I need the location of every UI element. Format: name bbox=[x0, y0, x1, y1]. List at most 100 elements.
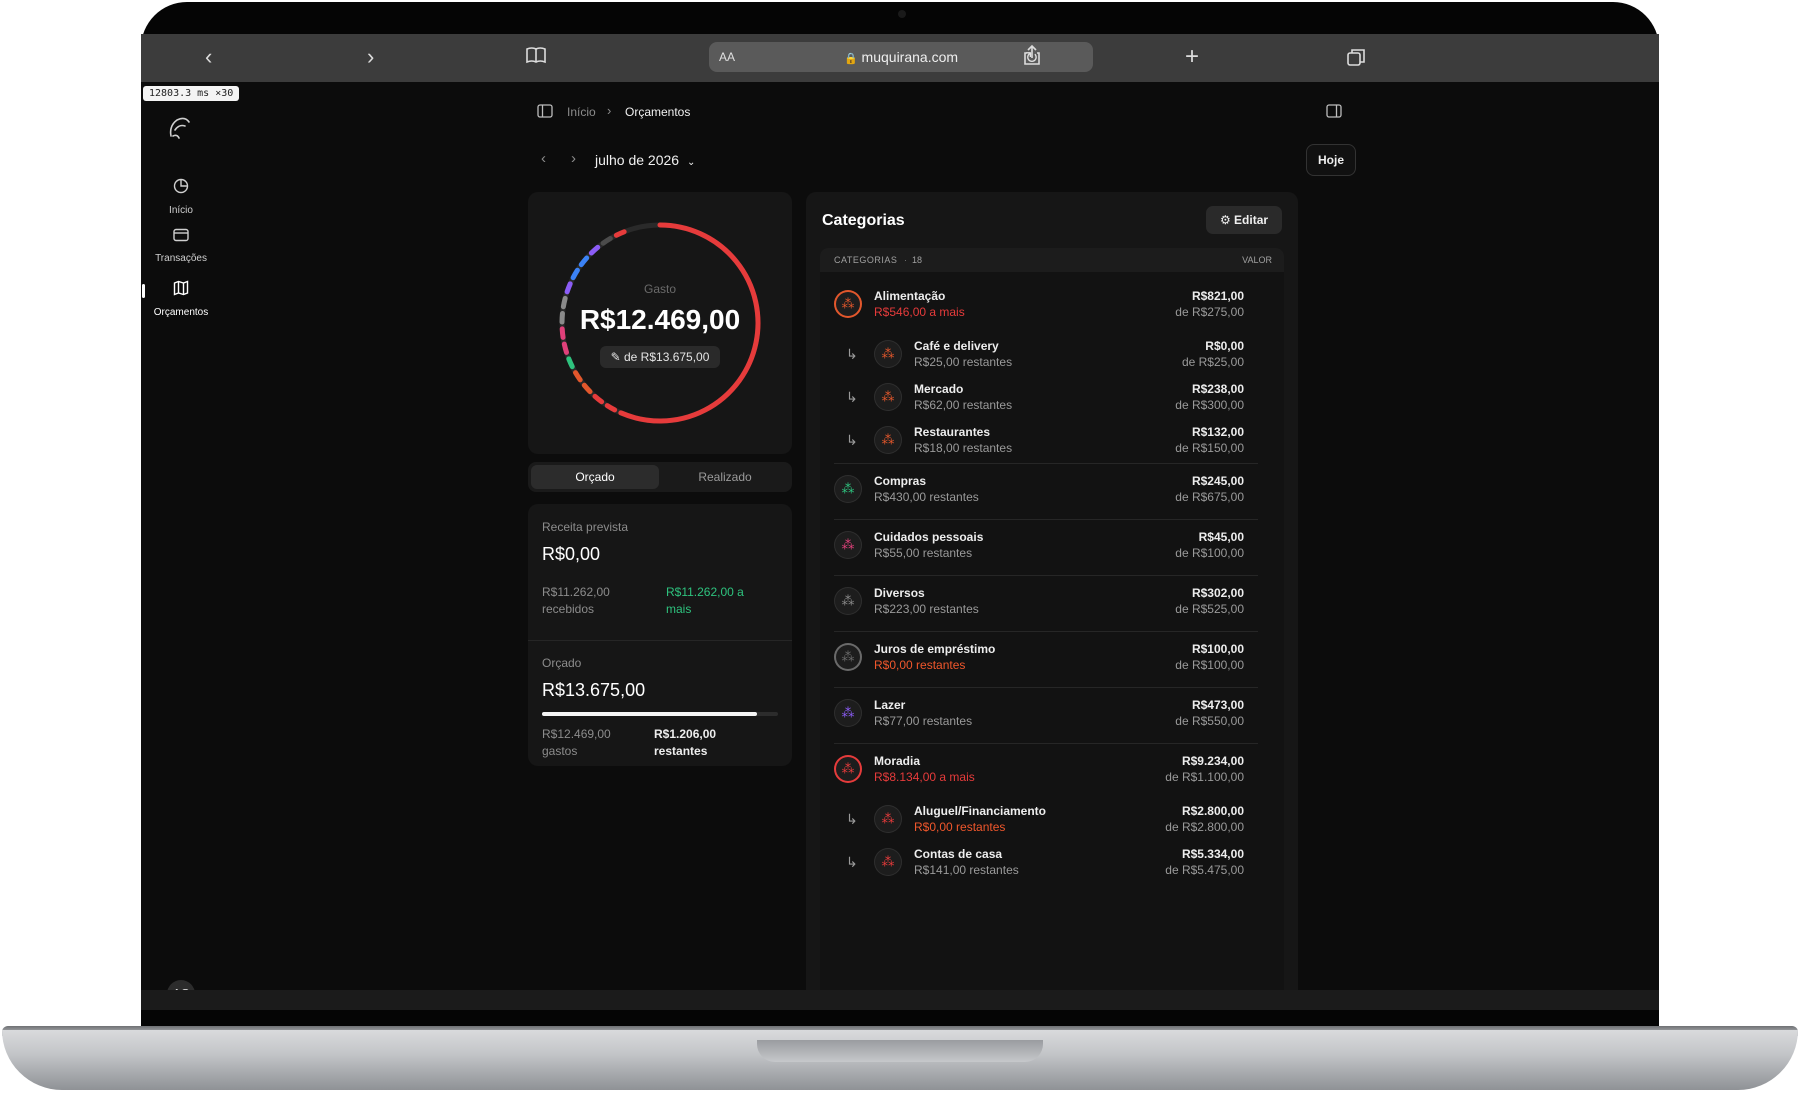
ring-segment bbox=[600, 236, 613, 246]
edit-button-label: Editar bbox=[1234, 213, 1269, 227]
ring-segment bbox=[578, 255, 590, 268]
category-icon: ⁂ bbox=[834, 290, 862, 318]
browser-toolbar: ‹ › AA 🔒 muquirana.com ↻ + bbox=[141, 34, 1659, 82]
budget-spent: R$12.469,00 gastos bbox=[542, 727, 611, 758]
tab-orcado[interactable]: Orçado bbox=[531, 465, 659, 489]
categories-title: Categorias bbox=[822, 212, 905, 229]
category-budget: de R$525,00 bbox=[1175, 602, 1244, 616]
forward-icon[interactable]: › bbox=[367, 46, 374, 68]
share-icon[interactable] bbox=[1023, 44, 1041, 71]
category-remaining: R$223,00 restantes bbox=[874, 602, 979, 616]
subcategory-arrow-icon: ↳ bbox=[846, 811, 858, 827]
toggle-panel-icon[interactable] bbox=[1326, 104, 1342, 123]
avatar[interactable]: AS bbox=[167, 980, 195, 990]
budget-progress bbox=[542, 712, 778, 716]
category-row[interactable]: ⁂ Compras R$430,00 restantes R$245,00 de R$6… bbox=[820, 463, 1258, 519]
breadcrumb-current: Orçamentos bbox=[625, 105, 691, 119]
category-spent: R$2.800,00 bbox=[1181, 804, 1244, 818]
perf-badge: 12803.3 ms ×30 bbox=[143, 86, 240, 101]
category-spent: R$245,00 bbox=[1191, 474, 1244, 488]
category-spent: R$45,00 bbox=[1198, 530, 1244, 544]
back-icon[interactable]: ‹ bbox=[205, 46, 212, 68]
breadcrumb-root[interactable]: Início bbox=[567, 105, 596, 119]
sidebar-item-label: Transações bbox=[155, 253, 207, 264]
sidebar-item-transacoes[interactable]: Transações bbox=[146, 228, 216, 264]
tabs-icon[interactable] bbox=[1346, 47, 1366, 72]
header-separator: · bbox=[904, 255, 907, 265]
logo-icon[interactable] bbox=[165, 114, 193, 147]
spent-amount: R$12.469,00 bbox=[579, 304, 741, 335]
category-spent: R$0,00 bbox=[1205, 339, 1244, 353]
edit-button[interactable]: ⚙ Editar bbox=[1206, 206, 1282, 234]
subcategory-row[interactable]: ↳ ⁂ Café e delivery R$25,00 restantes R$0,00… bbox=[820, 334, 1258, 377]
income-value: R$0,00 bbox=[542, 544, 601, 564]
budget-pill[interactable]: ✎ de R$13.675,00 bbox=[600, 346, 720, 368]
category-icon: ⁂ bbox=[874, 848, 902, 876]
category-remaining: R$25,00 restantes bbox=[914, 355, 1013, 369]
income-label: Receita prevista bbox=[542, 520, 629, 534]
category-budget: de R$275,00 bbox=[1175, 305, 1244, 319]
category-remaining: R$0,00 restantes bbox=[914, 820, 1006, 834]
subcategory-arrow-icon: ↳ bbox=[846, 432, 858, 448]
category-spent: R$302,00 bbox=[1191, 586, 1244, 600]
ring-label: Gasto bbox=[643, 282, 676, 296]
category-name: Lazer bbox=[874, 698, 906, 712]
income-received: R$11.262,00 recebidos bbox=[542, 585, 610, 616]
today-button[interactable]: Hoje bbox=[1306, 144, 1356, 176]
prev-month-icon[interactable]: ‹ bbox=[541, 150, 546, 167]
category-spent: R$132,00 bbox=[1191, 425, 1244, 439]
budget-pill-label: de R$13.675,00 bbox=[624, 350, 710, 364]
month-label: julho de 2026 bbox=[595, 152, 680, 168]
subcategory-row[interactable]: ↳ ⁂ Mercado R$62,00 restantes R$238,00 de R$3… bbox=[820, 377, 1258, 420]
category-budget: de R$550,00 bbox=[1175, 714, 1244, 728]
category-row[interactable]: ⁂ Alimentação R$546,00 a mais R$821,00 de R$… bbox=[820, 278, 1258, 334]
sidebar-item-inicio[interactable]: Início bbox=[146, 178, 216, 216]
tab-realizado[interactable]: Realizado bbox=[661, 465, 789, 489]
category-remaining: R$141,00 restantes bbox=[914, 863, 1019, 877]
subcategory-row[interactable]: ↳ ⁂ Contas de casa R$141,00 restantes R$5.33… bbox=[820, 842, 1258, 885]
category-remaining: R$77,00 restantes bbox=[874, 714, 973, 728]
budget-label: Orçado bbox=[542, 656, 582, 670]
category-icon: ⁂ bbox=[834, 699, 862, 727]
category-budget: de R$100,00 bbox=[1175, 658, 1244, 672]
spending-ring-card: Gasto R$12.469,00 ✎ de R$13.675,00 bbox=[528, 192, 792, 454]
categories-card: Categorias ⚙ Editar CATEGORIAS · 18 VALO… bbox=[806, 192, 1298, 990]
pencil-icon: ✎ bbox=[610, 350, 621, 364]
category-name: Restaurantes bbox=[914, 425, 991, 439]
new-tab-icon[interactable]: + bbox=[1185, 45, 1199, 69]
category-spent: R$473,00 bbox=[1191, 698, 1244, 712]
category-remaining: R$430,00 restantes bbox=[874, 490, 979, 504]
next-month-icon[interactable]: › bbox=[571, 150, 576, 167]
category-spent: R$238,00 bbox=[1191, 382, 1244, 396]
subcategory-row[interactable]: ↳ ⁂ Restaurantes R$18,00 restantes R$132,00 d… bbox=[820, 420, 1258, 463]
category-icon: ⁂ bbox=[874, 805, 902, 833]
category-name: Cuidados pessoais bbox=[874, 530, 984, 544]
ring-segment bbox=[613, 229, 627, 238]
toggle-sidebar-icon[interactable] bbox=[537, 104, 553, 123]
category-spent: R$821,00 bbox=[1191, 289, 1244, 303]
category-row[interactable]: ⁂ Moradia R$8.134,00 a mais R$9.234,00 de R$… bbox=[820, 743, 1258, 799]
category-row[interactable]: ⁂ Lazer R$77,00 restantes R$473,00 de R$550,… bbox=[820, 687, 1258, 743]
category-remaining: R$55,00 restantes bbox=[874, 546, 973, 560]
ring-segment bbox=[581, 382, 593, 395]
month-selector[interactable]: julho de 2026 ⌄ bbox=[595, 152, 695, 168]
subcategory-row[interactable]: ↳ ⁂ Aluguel/Financiamento R$0,00 restantes R… bbox=[820, 799, 1258, 842]
categories-table: CATEGORIAS · 18 VALOR ⁂ Alimentação R$546,… bbox=[820, 248, 1284, 990]
screen: ‹ › AA 🔒 muquirana.com ↻ + 12803.3 ms ×3… bbox=[141, 34, 1659, 990]
screen-bottom-bezel bbox=[141, 990, 1659, 1010]
category-icon: ⁂ bbox=[834, 531, 862, 559]
category-row[interactable]: ⁂ Cuidados pessoais R$55,00 restantes R$45,… bbox=[820, 519, 1258, 575]
app: 12803.3 ms ×30 Início Transações Orçamen… bbox=[141, 82, 1659, 990]
ring-segment bbox=[570, 267, 580, 281]
category-row[interactable]: ⁂ Diversos R$223,00 restantes R$302,00 de R$… bbox=[820, 575, 1258, 631]
category-spent: R$5.334,00 bbox=[1181, 847, 1244, 861]
url-text: muquirana.com bbox=[861, 49, 959, 65]
category-icon: ⁂ bbox=[874, 383, 902, 411]
view-toggle: Orçado Realizado bbox=[528, 462, 792, 492]
table-header: CATEGORIAS · 18 VALOR bbox=[820, 248, 1284, 272]
ring-segment bbox=[573, 370, 583, 383]
bookmarks-icon[interactable] bbox=[525, 46, 547, 69]
ring-segment bbox=[566, 356, 575, 370]
category-row[interactable]: ⁂ Juros de empréstimo R$0,00 restantes R$10… bbox=[820, 631, 1258, 687]
sidebar-item-orcamentos[interactable]: Orçamentos bbox=[146, 280, 216, 318]
